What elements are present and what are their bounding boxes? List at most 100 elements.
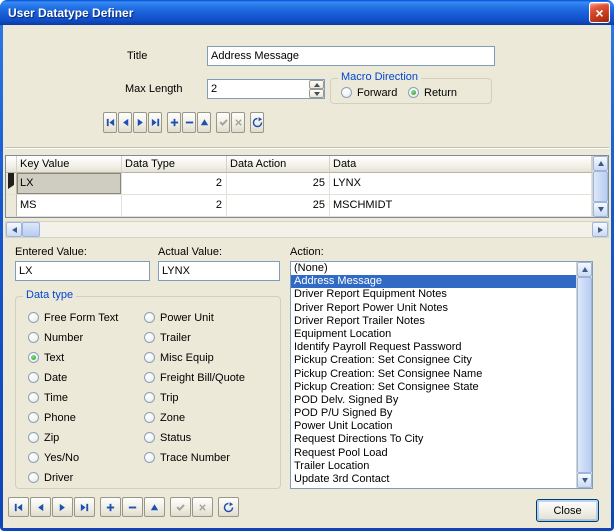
grid-header-key-value[interactable]: Key Value: [17, 156, 122, 173]
grid-cell-key-value[interactable]: MS: [17, 195, 122, 217]
prior-record-button[interactable]: [30, 497, 51, 517]
close-window-button[interactable]: ×: [589, 2, 610, 23]
list-item[interactable]: (None): [291, 262, 576, 275]
spin-down-button[interactable]: [309, 89, 324, 98]
list-item[interactable]: Pickup Creation: Set Consignee City: [291, 354, 576, 367]
next-record-button[interactable]: [52, 497, 73, 517]
refresh-button[interactable]: [250, 112, 264, 133]
grid-header-data[interactable]: Data: [330, 156, 592, 173]
grid-cell-key-value[interactable]: LX: [17, 173, 122, 195]
prior-record-button[interactable]: [118, 112, 132, 133]
radio-trace-number[interactable]: Trace Number: [144, 451, 245, 464]
action-listbox[interactable]: (None) Address Message Driver Report Equ…: [290, 261, 593, 489]
list-item[interactable]: Pickup Creation: Set Consignee Name: [291, 368, 576, 381]
radio-trip[interactable]: Trip: [144, 391, 245, 404]
delete-record-icon: [184, 117, 195, 128]
grid-header-data-type[interactable]: Data Type: [122, 156, 227, 173]
list-item[interactable]: POD P/U Signed By: [291, 407, 576, 420]
grid-cell-data-type[interactable]: 2: [122, 173, 227, 195]
spin-up-button[interactable]: [309, 80, 324, 89]
scrollbar-thumb[interactable]: [593, 171, 608, 202]
list-item[interactable]: POD Delv. Signed By: [291, 394, 576, 407]
actual-value-label: Actual Value:: [158, 246, 222, 258]
grid-cell-data[interactable]: MSCHMIDT: [330, 195, 592, 217]
radio-freight-bill-quote[interactable]: Freight Bill/Quote: [144, 371, 245, 384]
scroll-left-button[interactable]: [6, 222, 22, 237]
grid-cell-data-action[interactable]: 25: [227, 195, 330, 217]
first-record-button[interactable]: [8, 497, 29, 517]
list-item[interactable]: Trailer Location: [291, 460, 576, 473]
title-input[interactable]: [207, 46, 495, 66]
radio-time[interactable]: Time: [28, 391, 118, 404]
list-item[interactable]: Request Directions To City: [291, 433, 576, 446]
radio-forward[interactable]: Forward: [341, 86, 397, 99]
refresh-button[interactable]: [218, 497, 239, 517]
scroll-up-button[interactable]: [577, 262, 592, 277]
scroll-up-button[interactable]: [593, 156, 608, 171]
radio-driver[interactable]: Driver: [28, 471, 118, 484]
user-datatype-definer-window: User Datatype Definer × Title Max Length…: [0, 0, 614, 531]
grid-cell-data[interactable]: LYNX: [330, 173, 592, 195]
actual-value-input[interactable]: [158, 261, 280, 281]
next-record-button[interactable]: [133, 112, 147, 133]
radio-misc-equip[interactable]: Misc Equip: [144, 351, 245, 364]
table-row[interactable]: MS 2 25 MSCHMIDT: [6, 195, 592, 217]
delete-record-button[interactable]: [182, 112, 196, 133]
list-item[interactable]: Equipment Location: [291, 328, 576, 341]
radio-icon: [144, 352, 155, 363]
cancel-edit-button[interactable]: [231, 112, 245, 133]
grid-cell-data-type[interactable]: 2: [122, 195, 227, 217]
scrollbar-track[interactable]: [40, 222, 592, 237]
edit-record-button[interactable]: [197, 112, 211, 133]
scroll-down-button[interactable]: [593, 202, 608, 217]
table-row[interactable]: LX 2 25 LYNX: [6, 173, 592, 195]
title-bar[interactable]: User Datatype Definer ×: [0, 0, 614, 25]
grid-cell-data-action[interactable]: 25: [227, 173, 330, 195]
insert-record-button[interactable]: [167, 112, 181, 133]
radio-text[interactable]: Text: [28, 351, 118, 364]
radio-number[interactable]: Number: [28, 331, 118, 344]
close-button[interactable]: Close: [536, 499, 599, 522]
cancel-edit-button[interactable]: [192, 497, 213, 517]
list-item[interactable]: Identify Payroll Request Password: [291, 341, 576, 354]
list-item[interactable]: Driver Report Trailer Notes: [291, 315, 576, 328]
list-item[interactable]: Pickup Creation: Set Consignee State: [291, 381, 576, 394]
first-record-button[interactable]: [103, 112, 117, 133]
radio-icon: [28, 312, 39, 323]
scrollbar-thumb[interactable]: [22, 222, 40, 237]
grid-header-data-action[interactable]: Data Action: [227, 156, 330, 173]
radio-return[interactable]: Return: [408, 86, 457, 99]
scroll-right-button[interactable]: [592, 222, 608, 237]
radio-phone[interactable]: Phone: [28, 411, 118, 424]
radio-yes-no[interactable]: Yes/No: [28, 451, 118, 464]
grid-vertical-scrollbar[interactable]: [592, 156, 608, 217]
insert-record-button[interactable]: [100, 497, 121, 517]
last-record-button[interactable]: [74, 497, 95, 517]
list-item[interactable]: Request Pool Load: [291, 447, 576, 460]
max-length-input[interactable]: [208, 80, 309, 98]
list-item[interactable]: Driver Report Power Unit Notes: [291, 302, 576, 315]
delete-record-button[interactable]: [122, 497, 143, 517]
radio-zip[interactable]: Zip: [28, 431, 118, 444]
grid-horizontal-scrollbar[interactable]: [5, 221, 609, 238]
radio-trailer[interactable]: Trailer: [144, 331, 245, 344]
list-item-selected[interactable]: Address Message: [291, 275, 576, 288]
entered-value-input[interactable]: [15, 261, 150, 281]
last-record-button[interactable]: [148, 112, 162, 133]
grid-header: Key Value Data Type Data Action Data: [6, 156, 592, 173]
post-edit-button[interactable]: [216, 112, 230, 133]
radio-status[interactable]: Status: [144, 431, 245, 444]
radio-zone[interactable]: Zone: [144, 411, 245, 424]
list-item[interactable]: Update 3rd Contact: [291, 473, 576, 486]
action-list-scrollbar[interactable]: [576, 262, 592, 488]
scrollbar-thumb[interactable]: [577, 277, 592, 473]
dialog-client-area: Title Max Length Macro Direction Forward…: [3, 25, 611, 528]
edit-record-button[interactable]: [144, 497, 165, 517]
post-edit-button[interactable]: [170, 497, 191, 517]
list-item[interactable]: Driver Report Equipment Notes: [291, 288, 576, 301]
radio-date[interactable]: Date: [28, 371, 118, 384]
radio-power-unit[interactable]: Power Unit: [144, 311, 245, 324]
scroll-down-button[interactable]: [577, 473, 592, 488]
radio-free-form-text[interactable]: Free Form Text: [28, 311, 118, 324]
list-item[interactable]: Power Unit Location: [291, 420, 576, 433]
